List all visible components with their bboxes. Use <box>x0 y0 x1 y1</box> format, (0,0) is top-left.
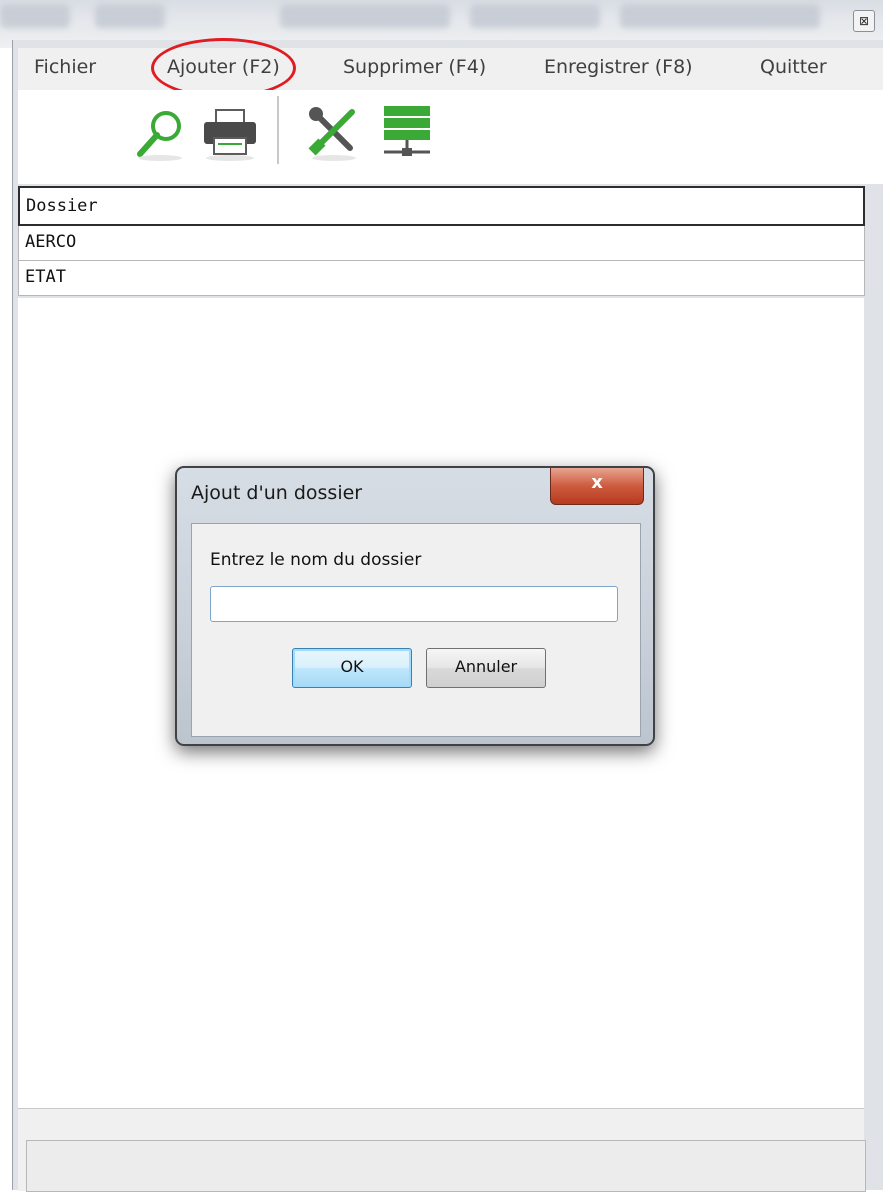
menu-supprimer[interactable]: Supprimer (F4) <box>343 56 486 78</box>
column-header-dossier: Dossier <box>26 196 98 216</box>
menu-bar: Fichier Ajouter (F2) Supprimer (F4) Enre… <box>18 48 883 91</box>
database-server-icon[interactable] <box>378 102 438 164</box>
ok-button[interactable]: OK <box>292 648 412 688</box>
blurred-title-fragment <box>95 4 165 28</box>
table-cell: ETAT <box>25 267 66 287</box>
dialog-title: Ajout d'un dossier <box>191 482 363 504</box>
blurred-title-fragment <box>620 4 820 28</box>
cancel-button[interactable]: Annuler <box>426 648 546 688</box>
table-header[interactable]: Dossier <box>18 186 865 226</box>
dialog-close-button[interactable]: x <box>550 468 644 505</box>
table-cell: AERCO <box>25 232 77 252</box>
table-row[interactable]: ETAT <box>18 261 865 296</box>
menu-quitter[interactable]: Quitter <box>760 56 827 78</box>
dialog-body: Entrez le nom du dossier OK Annuler <box>191 523 641 737</box>
blurred-title-fragment <box>470 4 600 28</box>
table-row[interactable]: AERCO <box>18 226 865 261</box>
highlight-ellipse-annotation <box>151 38 296 98</box>
printer-icon[interactable] <box>200 104 260 162</box>
tools-icon[interactable] <box>306 104 362 162</box>
menu-fichier[interactable]: Fichier <box>34 56 96 78</box>
folder-name-label: Entrez le nom du dossier <box>210 550 422 570</box>
blurred-title-fragment <box>0 4 70 28</box>
folder-name-input[interactable] <box>210 586 618 622</box>
blurred-title-fragment <box>280 4 450 28</box>
search-icon[interactable] <box>132 106 188 162</box>
window-close-button[interactable]: ⊠ <box>853 10 875 32</box>
add-folder-dialog: Ajout d'un dossier x Entrez le nom du do… <box>175 466 655 746</box>
menu-enregistrer[interactable]: Enregistrer (F8) <box>544 56 693 78</box>
bottom-field <box>26 1140 866 1192</box>
folders-table: Dossier AERCO ETAT <box>18 186 865 298</box>
toolbar-separator <box>277 96 279 164</box>
